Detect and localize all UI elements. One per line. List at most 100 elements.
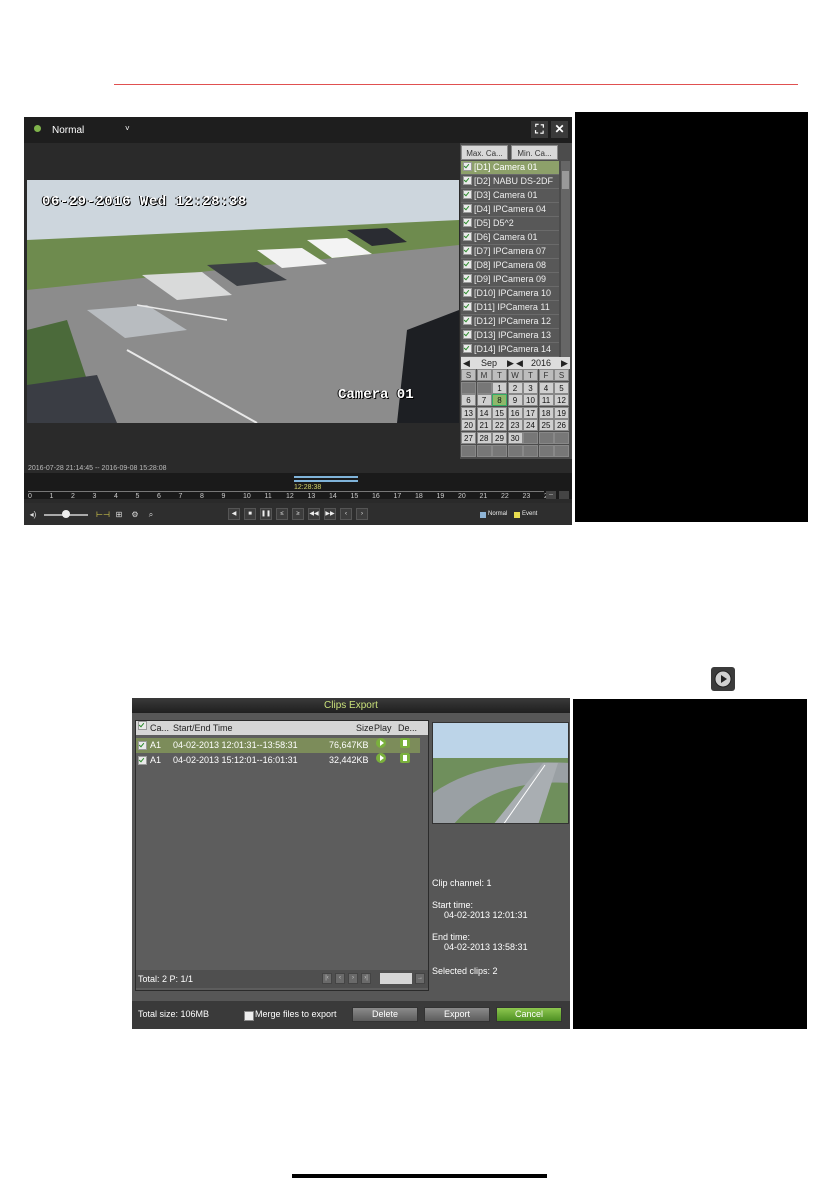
calendar-day[interactable]: 12	[554, 394, 569, 407]
calendar-day[interactable]: 22	[492, 419, 507, 432]
camera-list-item[interactable]: [D13] IPCamera 13	[461, 329, 559, 343]
calendar-day[interactable]: 13	[461, 406, 476, 419]
col-delete[interactable]: De...	[398, 721, 417, 735]
camera-checkbox[interactable]	[463, 162, 472, 171]
calendar-day[interactable]: 2	[507, 381, 523, 394]
camera-list-item[interactable]: [D12] IPCamera 12	[461, 315, 559, 329]
camera-checkbox[interactable]	[463, 344, 472, 353]
calendar-day[interactable]: 19	[554, 406, 569, 419]
camera-list-item[interactable]: [D1] Camera 01	[461, 161, 559, 175]
calendar-day[interactable]: 10	[523, 394, 538, 407]
prev-day-button[interactable]: ‹	[340, 508, 352, 520]
camera-list-item[interactable]: [D14] IPCamera 14	[461, 343, 559, 357]
scroll-thumb[interactable]	[562, 171, 569, 189]
delete-button[interactable]: Delete	[352, 1007, 418, 1022]
camera-checkbox[interactable]	[463, 190, 472, 199]
fullscreen-icon[interactable]: ⛶	[531, 121, 548, 138]
calendar-day[interactable]: 8	[492, 394, 507, 407]
camera-list-item[interactable]: [D11] IPCamera 11	[461, 301, 559, 315]
pause-button[interactable]: ❚❚	[260, 508, 272, 520]
zoom-out-button[interactable]: --	[546, 491, 556, 499]
calendar-day[interactable]: 3	[523, 381, 538, 394]
camera-checkbox[interactable]	[463, 316, 472, 325]
calendar-day[interactable]: 18	[538, 406, 554, 419]
calendar-day[interactable]: 29	[492, 432, 507, 444]
camera-checkbox[interactable]	[463, 260, 472, 269]
camera-checkbox[interactable]	[463, 288, 472, 297]
camera-list-item[interactable]: [D9] IPCamera 09	[461, 273, 559, 287]
first-page-button[interactable]: |‹	[322, 973, 332, 984]
chevron-down-icon[interactable]: ˅	[125, 124, 130, 133]
clip-row[interactable]: A1 04-02-2013 15:12:01--16:01:31 32,442KB	[136, 753, 420, 768]
calendar-day[interactable]: 30	[507, 432, 523, 444]
col-size[interactable]: Size	[356, 721, 374, 735]
go-page-button[interactable]: →	[415, 973, 425, 984]
zoom-in-button[interactable]	[559, 491, 569, 499]
volume-slider-knob[interactable]	[62, 510, 70, 518]
cancel-button[interactable]: Cancel	[496, 1007, 562, 1022]
fast-button[interactable]: ▶▶	[324, 508, 336, 520]
prev-month-icon[interactable]: ◀	[463, 357, 470, 369]
camera-list-item[interactable]: [D2] NABU DS-2DF	[461, 175, 559, 189]
calendar-day[interactable]: 5	[554, 381, 569, 394]
camera-list-item[interactable]: [D8] IPCamera 08	[461, 259, 559, 273]
calendar-day[interactable]: 21	[476, 419, 492, 432]
camera-checkbox[interactable]	[463, 232, 472, 241]
col-camera[interactable]: Ca...	[150, 721, 169, 735]
calendar-day[interactable]: 7	[476, 394, 492, 407]
playback-mode-select[interactable]: Normal	[52, 125, 84, 136]
tab-min-camera[interactable]: Min. Ca...	[511, 145, 558, 160]
calendar-day[interactable]: 16	[507, 406, 523, 419]
calendar-day[interactable]: 9	[507, 394, 523, 407]
stop-button[interactable]: ■	[244, 508, 256, 520]
prev-year-icon[interactable]: ◀	[516, 357, 523, 369]
camera-list-item[interactable]: [D6] Camera 01	[461, 231, 559, 245]
camera-checkbox[interactable]	[463, 176, 472, 185]
skip-forward-button[interactable]: ≥	[292, 508, 304, 520]
clip-checkbox[interactable]	[138, 756, 147, 765]
camera-list-item[interactable]: [D7] IPCamera 07	[461, 245, 559, 259]
col-play[interactable]: Play	[374, 721, 392, 735]
next-month-icon[interactable]: ▶	[507, 357, 514, 369]
calendar-day[interactable]: 15	[492, 406, 507, 419]
camera-list-item[interactable]: [D4] IPCamera 04	[461, 203, 559, 217]
calendar-day[interactable]: 20	[461, 419, 476, 432]
calendar-day[interactable]: 11	[538, 394, 554, 407]
calendar-day[interactable]: 28	[476, 432, 492, 444]
skip-back-button[interactable]: ≤	[276, 508, 288, 520]
calendar-day[interactable]: 4	[538, 381, 554, 394]
settings-icon[interactable]: ⚙	[129, 509, 141, 520]
col-time[interactable]: Start/End Time	[173, 721, 233, 735]
slow-button[interactable]: ◀◀	[308, 508, 320, 520]
zoom-icon[interactable]: ⌕	[145, 509, 157, 520]
play-clip-icon[interactable]	[376, 738, 386, 748]
calendar-day[interactable]: 27	[461, 432, 476, 444]
camera-checkbox[interactable]	[463, 246, 472, 255]
tab-max-camera[interactable]: Max. Ca...	[461, 145, 508, 160]
volume-icon[interactable]: ◂)	[28, 509, 38, 520]
camera-list-item[interactable]: [D3] Camera 01	[461, 189, 559, 203]
page-input[interactable]	[380, 973, 412, 984]
next-page-button[interactable]: ›	[348, 973, 358, 984]
clip-icon[interactable]: ⊢⊣	[96, 509, 110, 520]
camera-checkbox[interactable]	[463, 274, 472, 283]
play-clip-icon[interactable]	[376, 753, 386, 763]
last-page-button[interactable]: ›|	[361, 973, 371, 984]
clip-row[interactable]: A1 04-02-2013 12:01:31--13:58:31 76,647KB	[136, 738, 420, 753]
camera-list-item[interactable]: [D10] IPCamera 10	[461, 287, 559, 301]
tag-icon[interactable]: ⊞	[113, 509, 125, 520]
select-all-checkbox[interactable]	[138, 721, 147, 730]
camera-checkbox[interactable]	[463, 204, 472, 213]
calendar-day[interactable]: 17	[523, 406, 538, 419]
next-year-icon[interactable]: ▶	[561, 357, 568, 369]
calendar-day[interactable]: 26	[554, 419, 569, 432]
camera-checkbox[interactable]	[463, 330, 472, 339]
reverse-play-button[interactable]: ◀	[228, 508, 240, 520]
camera-checkbox[interactable]	[463, 302, 472, 311]
camera-list-item[interactable]: [D5] D5^2	[461, 217, 559, 231]
delete-clip-icon[interactable]	[400, 753, 410, 763]
camera-checkbox[interactable]	[463, 218, 472, 227]
calendar-day[interactable]: 24	[523, 419, 538, 432]
close-icon[interactable]: ✕	[551, 121, 568, 138]
prev-page-button[interactable]: ‹	[335, 973, 345, 984]
